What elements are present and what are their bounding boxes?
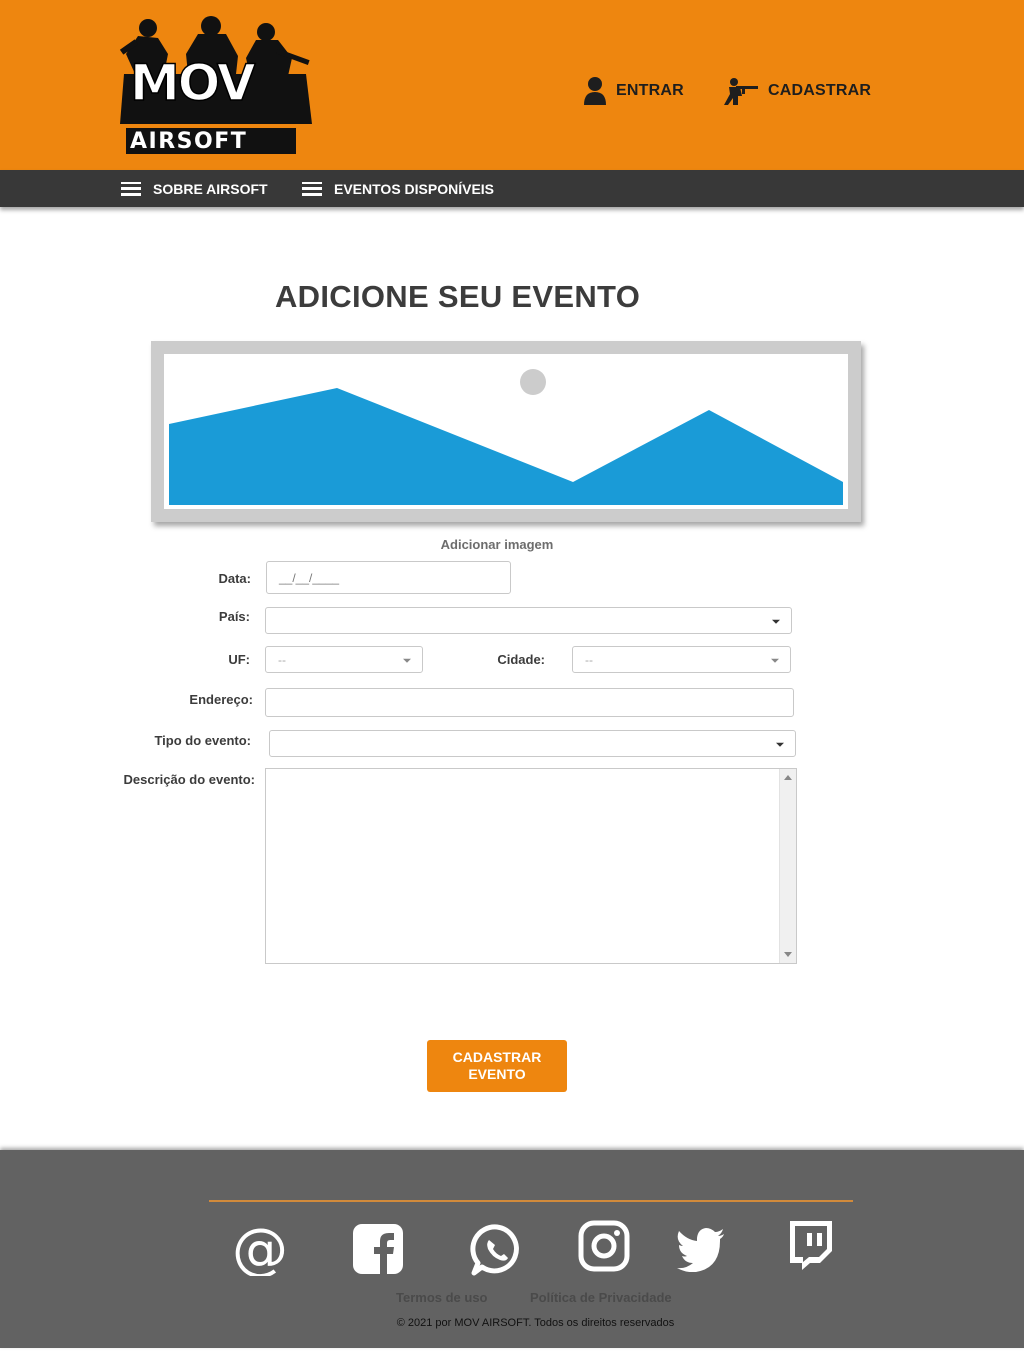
city-select[interactable]: --	[572, 646, 791, 673]
nav-item-eventos-disponiveis[interactable]: EVENTOS DISPONÍVEIS	[302, 170, 494, 207]
description-textarea[interactable]	[265, 768, 797, 964]
city-label: Cidade:	[497, 652, 545, 667]
whatsapp-icon[interactable]	[470, 1223, 524, 1282]
footer-divider	[209, 1200, 853, 1202]
main-nav: SOBRE AIRSOFT EVENTOS DISPONÍVEIS	[0, 170, 1024, 207]
submit-event-button[interactable]: CADASTRAR EVENTO	[427, 1040, 567, 1092]
textarea-scrollbar[interactable]	[779, 769, 796, 963]
twitter-icon[interactable]	[676, 1228, 726, 1277]
soldier-icon	[724, 78, 758, 105]
nav-item-sobre-airsoft[interactable]: SOBRE AIRSOFT	[121, 170, 268, 207]
login-link[interactable]: ENTRAR	[582, 76, 684, 106]
nav-item-label: EVENTOS DISPONÍVEIS	[334, 180, 495, 197]
site-footer: @ Termos de uso Política de Privacidade …	[0, 1150, 1024, 1348]
email-icon[interactable]: @	[232, 1217, 288, 1282]
twitch-icon[interactable]	[786, 1220, 834, 1275]
add-image-link[interactable]: Adicionar imagem	[397, 537, 597, 552]
date-field[interactable]: __/__/____	[266, 561, 511, 594]
mov-airsoft-logo[interactable]: MOV AIRSOFT	[116, 14, 316, 158]
terms-link[interactable]: Termos de uso	[396, 1290, 488, 1305]
image-placeholder-icon	[169, 369, 843, 505]
signup-link[interactable]: CADASTRAR	[724, 76, 871, 106]
svg-text:AIRSOFT: AIRSOFT	[130, 129, 247, 154]
chevron-down-icon	[772, 619, 780, 624]
date-label: Data:	[218, 571, 251, 586]
country-select[interactable]	[265, 607, 792, 634]
menu-icon	[121, 181, 141, 196]
instagram-icon[interactable]	[578, 1220, 630, 1277]
facebook-icon[interactable]	[352, 1223, 404, 1280]
event-type-select[interactable]	[269, 730, 796, 757]
signup-label: CADASTRAR	[768, 82, 872, 99]
uf-label: UF:	[228, 652, 250, 667]
privacy-link[interactable]: Política de Privacidade	[530, 1290, 672, 1305]
login-label: ENTRAR	[616, 82, 684, 99]
menu-icon	[302, 181, 322, 196]
chevron-down-icon	[771, 658, 779, 663]
address-field[interactable]	[265, 688, 794, 717]
nav-item-label: SOBRE AIRSOFT	[153, 180, 268, 197]
svg-text:MOV: MOV	[130, 54, 256, 112]
page-title: ADICIONE SEU EVENTO	[275, 279, 641, 314]
description-label: Descrição do evento:	[123, 772, 256, 787]
chevron-down-icon	[776, 742, 784, 747]
chevron-down-icon	[403, 658, 411, 663]
address-label: Endereço:	[189, 692, 253, 707]
svg-text:@: @	[233, 1222, 287, 1276]
scroll-down-icon[interactable]	[784, 952, 792, 957]
site-header: MOV AIRSOFT ENTRAR CADASTRAR	[0, 0, 1024, 170]
uf-select[interactable]: --	[265, 646, 423, 673]
event-type-label: Tipo do evento:	[154, 733, 251, 748]
event-image-upload[interactable]	[151, 341, 861, 522]
user-icon	[584, 77, 606, 105]
scroll-up-icon[interactable]	[784, 775, 792, 780]
copyright-text: © 2021 por MOV AIRSOFT. Todos os direito…	[396, 1317, 675, 1329]
country-label: País:	[218, 609, 250, 624]
